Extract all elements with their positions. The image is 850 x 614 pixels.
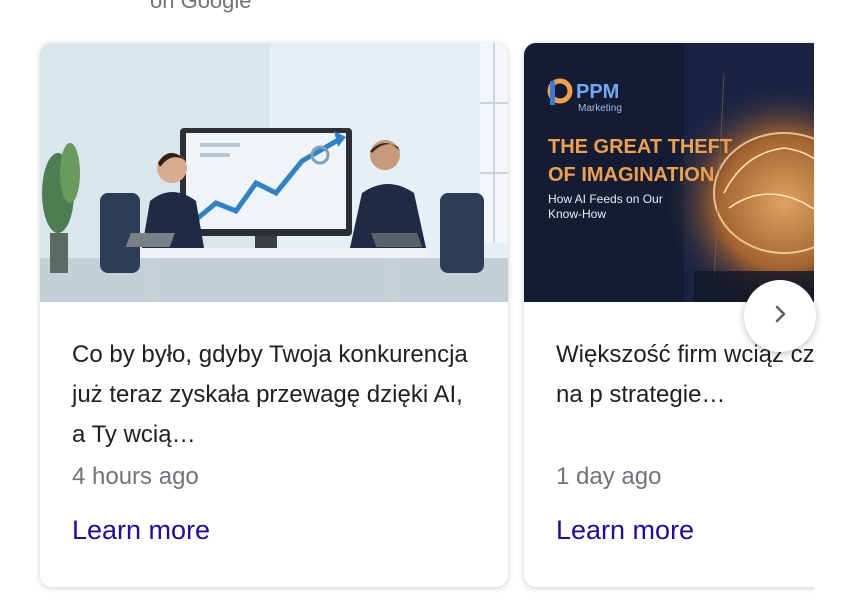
post-image: PPM Marketing THE GREAT THEFT OF IMAGINA… <box>524 43 814 302</box>
brand-name: PPM <box>576 81 619 103</box>
post-timestamp: 4 hours ago <box>72 463 199 490</box>
post-timestamp: 1 day ago <box>556 463 662 490</box>
image-subheadline: Know-How <box>548 207 606 221</box>
learn-more-link[interactable]: Learn more <box>72 515 210 546</box>
image-subheadline: How AI Feeds on Our <box>548 192 663 206</box>
learn-more-link[interactable]: Learn more <box>556 515 694 546</box>
post-snippet: Co by było, gdyby Twoja konkurencja już … <box>72 341 468 448</box>
post-image <box>40 43 508 302</box>
brand-subtitle: Marketing <box>578 103 622 114</box>
chevron-right-icon <box>768 302 792 331</box>
image-headline: THE GREAT THEFT <box>548 136 732 158</box>
image-headline: OF IMAGINATION <box>548 164 714 186</box>
post-carousel: Co by było, gdyby Twoja konkurencja już … <box>0 0 814 614</box>
carousel-next-button[interactable] <box>744 280 816 352</box>
post-card[interactable]: Co by było, gdyby Twoja konkurencja już … <box>40 43 508 587</box>
